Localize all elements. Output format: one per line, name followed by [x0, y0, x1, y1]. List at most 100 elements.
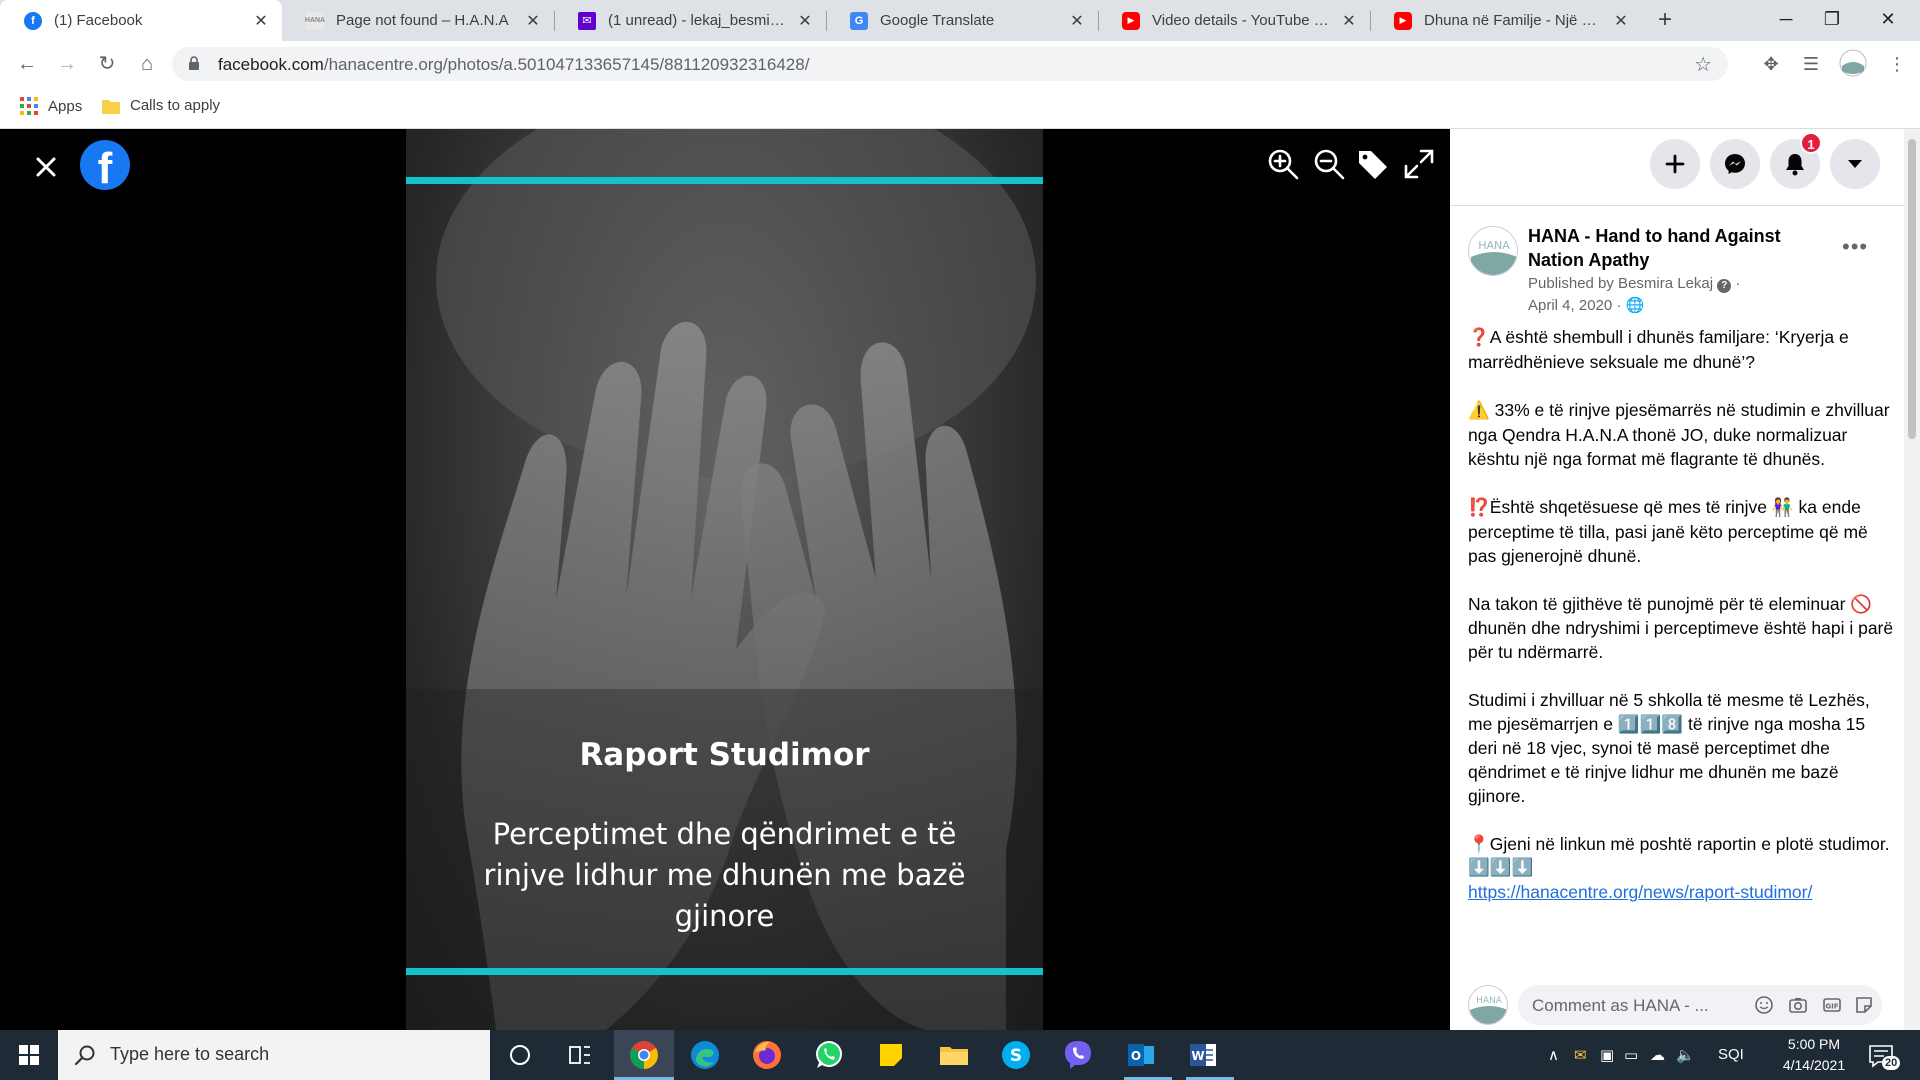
bell-icon: [1786, 154, 1804, 176]
camera-icon[interactable]: [1788, 995, 1808, 1015]
minimize-button[interactable]: ─: [1766, 4, 1806, 34]
youtube-icon: ▶: [1394, 11, 1412, 30]
new-tab-button[interactable]: +: [1650, 6, 1680, 36]
fullscreen-icon[interactable]: [1402, 147, 1436, 181]
cortana-icon[interactable]: [503, 1038, 537, 1072]
lock-icon[interactable]: [188, 56, 200, 70]
tab-yahoo-mail[interactable]: ✉ (1 unread) - lekaj_besmira@y ✕: [554, 0, 826, 41]
windows-start-icon[interactable]: [0, 1030, 58, 1080]
page-avatar[interactable]: HANA: [1468, 226, 1518, 276]
tag-icon[interactable]: [1356, 147, 1390, 181]
url-text[interactable]: facebook.com/hanacentre.org/photos/a.501…: [218, 55, 809, 75]
scrollbar-thumb[interactable]: [1908, 139, 1916, 439]
close-tab-icon[interactable]: ✕: [796, 11, 814, 31]
onedrive-icon[interactable]: ☁: [1650, 1046, 1665, 1064]
comment-input[interactable]: Comment as HANA - ... GIF: [1518, 985, 1882, 1025]
device-tray-icon[interactable]: ▣: [1600, 1046, 1614, 1064]
search-icon: [74, 1045, 95, 1066]
messenger-icon: [1725, 154, 1745, 174]
help-icon[interactable]: ?: [1717, 279, 1732, 293]
bookmark-star-icon[interactable]: ☆: [1694, 52, 1712, 77]
task-view-icon[interactable]: [563, 1038, 597, 1072]
accent-bar-bottom: [406, 968, 1043, 975]
bookmark-calls-to-apply[interactable]: Calls to apply: [102, 97, 220, 114]
caret-down-icon: [1848, 160, 1862, 168]
chrome-taskbar-icon[interactable]: [627, 1038, 661, 1072]
post-side-panel: 1 HANA HANA - Hand to hand Against Natio…: [1450, 129, 1920, 1030]
skype-taskbar-icon[interactable]: S: [999, 1038, 1033, 1072]
tab-facebook[interactable]: f (1) Facebook ✕: [0, 0, 282, 41]
word-taskbar-icon[interactable]: W: [1186, 1038, 1220, 1072]
sticker-icon[interactable]: [1854, 995, 1874, 1015]
post-date[interactable]: April 4, 2020 · 🌐: [1528, 296, 1644, 314]
zoom-out-icon[interactable]: [1312, 147, 1346, 181]
chrome-menu-icon[interactable]: ⋮: [1882, 49, 1912, 79]
post-text: ❓A është shembull i dhunës familjare: ‘K…: [1468, 325, 1898, 904]
tab-hana[interactable]: HANA Page not found – H.A.N.A ✕: [282, 0, 554, 41]
folder-icon: [102, 99, 120, 114]
firefox-taskbar-icon[interactable]: [750, 1038, 784, 1072]
back-button[interactable]: ←: [12, 49, 42, 79]
edge-taskbar-icon[interactable]: [688, 1038, 722, 1072]
outlook-taskbar-icon[interactable]: O: [1124, 1038, 1158, 1072]
more-options-icon[interactable]: •••: [1842, 234, 1868, 260]
taskbar-search[interactable]: Type here to search: [58, 1030, 490, 1080]
tray-overflow-chevron-icon[interactable]: ∧: [1548, 1046, 1559, 1064]
zoom-in-icon[interactable]: [1266, 147, 1300, 181]
clock-time[interactable]: 5:00 PM: [1779, 1036, 1849, 1052]
svg-text:S: S: [1010, 1046, 1022, 1066]
report-link[interactable]: https://hanacentre.org/news/raport-studi…: [1468, 882, 1812, 902]
extensions-icon[interactable]: ✥: [1756, 49, 1786, 79]
file-explorer-taskbar-icon[interactable]: [937, 1038, 971, 1072]
close-icon[interactable]: [30, 151, 62, 183]
sticky-notes-taskbar-icon[interactable]: [874, 1038, 908, 1072]
emoji-icon[interactable]: [1754, 995, 1774, 1015]
svg-text:W: W: [1191, 1049, 1204, 1063]
divider: [1450, 205, 1920, 206]
close-tab-icon[interactable]: ✕: [252, 11, 270, 31]
maximize-button[interactable]: ❐: [1812, 4, 1852, 34]
home-button[interactable]: ⌂: [132, 49, 162, 79]
post-paragraph: ⚠️ 33% e të rinjve pjesëmarrës në studim…: [1468, 398, 1898, 471]
battery-icon[interactable]: ▭: [1624, 1046, 1638, 1064]
question-mark-icon: ❓: [1468, 328, 1490, 348]
forward-button[interactable]: →: [52, 49, 82, 79]
facebook-icon: f: [24, 11, 42, 30]
gif-icon[interactable]: GIF: [1822, 995, 1842, 1015]
viber-taskbar-icon[interactable]: [1061, 1038, 1095, 1072]
tab-google-translate[interactable]: G Google Translate ✕: [826, 0, 1098, 41]
action-center-button[interactable]: 20: [1864, 1038, 1901, 1072]
whatsapp-taskbar-icon[interactable]: [812, 1038, 846, 1072]
close-tab-icon[interactable]: ✕: [1340, 11, 1358, 31]
tab-youtube-video[interactable]: ▶ Dhuna në Familje - Një Video ✕: [1370, 0, 1642, 41]
messenger-button[interactable]: [1710, 139, 1760, 189]
close-window-button[interactable]: ✕: [1868, 4, 1908, 34]
url-host: facebook.com: [218, 55, 324, 74]
close-tab-icon[interactable]: ✕: [524, 11, 542, 31]
address-bar[interactable]: facebook.com/hanacentre.org/photos/a.501…: [172, 47, 1728, 81]
profile-avatar[interactable]: [1838, 49, 1868, 79]
volume-icon[interactable]: 🔈: [1676, 1046, 1695, 1064]
bookmark-apps[interactable]: Apps: [20, 97, 82, 115]
language-indicator[interactable]: SQI: [1718, 1046, 1744, 1063]
post-photo[interactable]: Raport Studimor Perceptimet dhe qëndrime…: [406, 129, 1043, 1030]
link-intro: 📍Gjeni në linkun më poshtë raportin e pl…: [1468, 834, 1890, 854]
media-queue-icon[interactable]: ☰: [1796, 49, 1826, 79]
mail-tray-icon[interactable]: ✉: [1574, 1046, 1587, 1064]
post-paragraph: Studimi i zhvilluar në 5 shkolla të mesm…: [1468, 688, 1898, 808]
facebook-logo-icon[interactable]: f: [80, 140, 130, 190]
post-paragraph-text: Studimi i zhvilluar në 5 shkolla të mesm…: [1468, 690, 1870, 806]
panel-scrollbar[interactable]: [1904, 129, 1920, 1030]
comment-placeholder: Comment as HANA - ...: [1532, 996, 1709, 1015]
reload-button[interactable]: ↻: [92, 49, 122, 79]
close-tab-icon[interactable]: ✕: [1068, 11, 1086, 31]
create-button[interactable]: [1650, 139, 1700, 189]
comment-avatar: HANA: [1468, 985, 1508, 1025]
plus-icon: [1665, 154, 1685, 174]
account-menu-button[interactable]: [1830, 139, 1880, 189]
clock-date[interactable]: 4/14/2021: [1774, 1057, 1854, 1073]
close-tab-icon[interactable]: ✕: [1612, 11, 1630, 31]
tab-label: (1 unread) - lekaj_besmira@y: [608, 12, 788, 29]
page-name-link[interactable]: HANA - Hand to hand Against Nation Apath…: [1528, 224, 1828, 272]
tab-youtube-studio[interactable]: ▶ Video details - YouTube Stud ✕: [1098, 0, 1370, 41]
